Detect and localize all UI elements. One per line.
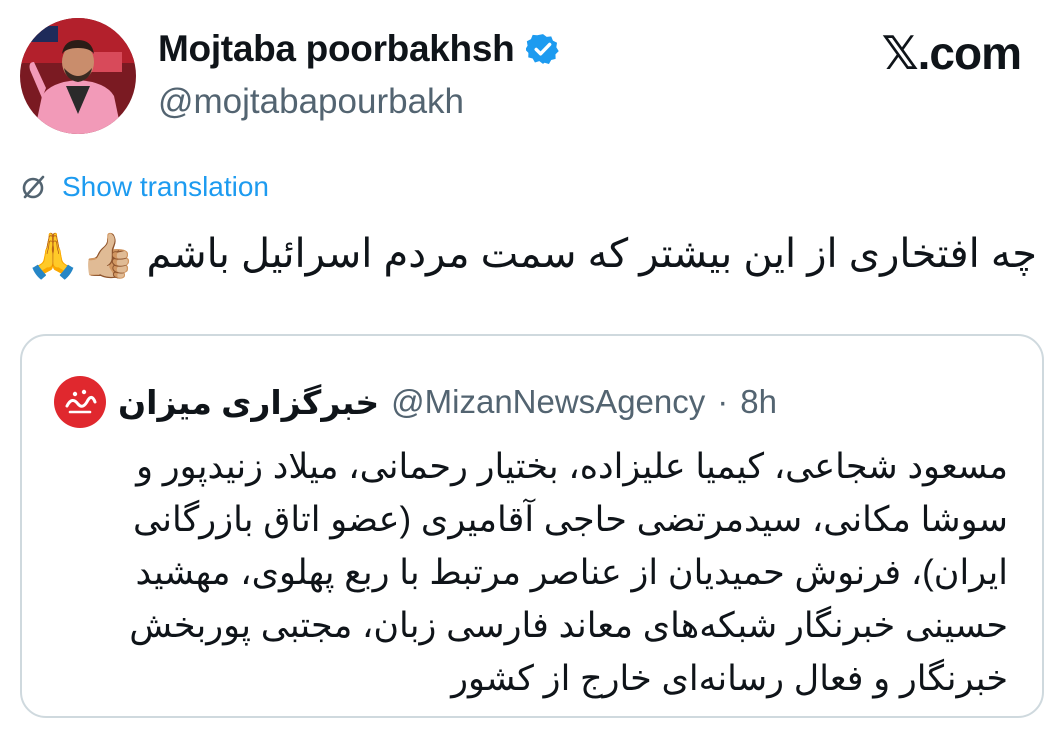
quoted-handle[interactable]: @MizanNewsAgency — [391, 383, 705, 421]
quoted-text-line: سوشا مکانی، سیدمرتضی حاجی آقامیری (عضو ا… — [133, 500, 1008, 539]
quoted-text-line: خبرنگار و فعال رسانه‌ای خارج از کشور — [451, 659, 1008, 698]
mizan-logo[interactable] — [54, 376, 106, 428]
tweet-body: چه افتخاری از این بیشتر که سمت مردم اسرا… — [146, 232, 1037, 276]
tweet-text: چه افتخاری از این بیشتر که سمت مردم اسرا… — [20, 222, 1037, 288]
quoted-text-line: حسینی خبرنگار شبکه‌های معاند فارسی زبان،… — [129, 606, 1008, 645]
author-handle[interactable]: @mojtabapourbakh — [158, 82, 464, 122]
tweet-emojis: 👍🏼🙏 — [25, 231, 136, 281]
quoted-display-name[interactable]: خبرگزاری میزان — [118, 383, 379, 422]
translate-icon — [22, 175, 45, 199]
quoted-tweet-text: مسعود شجاعی، کیمیا علیزاده، بختیار رحمان… — [58, 440, 1008, 705]
quoted-tweet-header: خبرگزاری میزان @MizanNewsAgency · 8h — [54, 376, 777, 428]
show-translation-label[interactable]: Show translation — [62, 171, 269, 203]
quoted-separator: · — [717, 383, 729, 420]
quoted-text-line: مسعود شجاعی، کیمیا علیزاده، بختیار رحمان… — [136, 447, 1008, 486]
quoted-tweet-card[interactable]: خبرگزاری میزان @MizanNewsAgency · 8h مسع… — [20, 334, 1044, 718]
verified-badge-icon — [526, 34, 560, 65]
profile-photo — [20, 18, 136, 134]
author-display-name[interactable]: Mojtaba poorbakhsh — [158, 28, 515, 70]
quoted-timestamp[interactable]: 8h — [740, 383, 777, 421]
show-translation-link[interactable]: Show translation — [20, 171, 269, 203]
quoted-text-line: ایران)، فرنوش حمیدیان از عناصر مرتبط با … — [135, 553, 1008, 592]
x-brand-logo: 𝕏.com — [881, 27, 1022, 79]
avatar[interactable] — [20, 18, 136, 134]
author-name-row[interactable]: Mojtaba poorbakhsh — [158, 28, 560, 70]
